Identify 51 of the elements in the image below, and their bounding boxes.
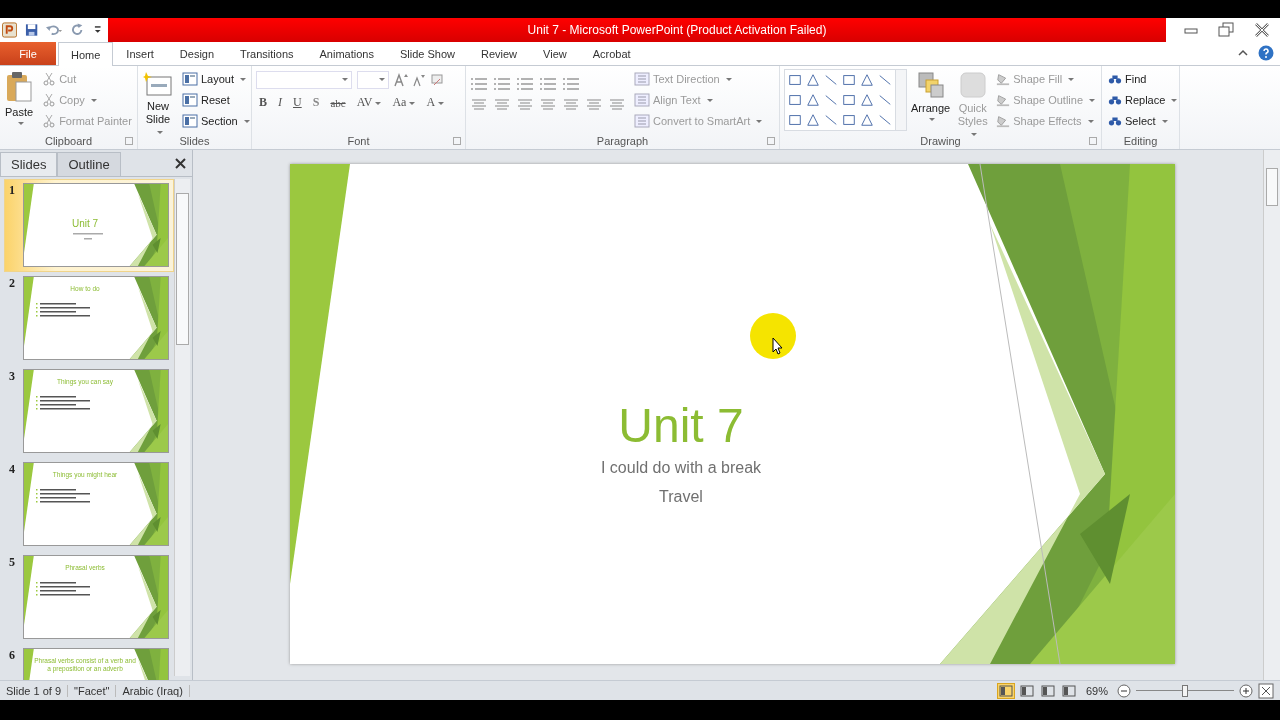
group-label: Clipboard: [44, 135, 93, 147]
arrange-button[interactable]: Arrange: [910, 69, 952, 123]
case-button[interactable]: Aa: [389, 95, 419, 110]
italic-button[interactable]: I: [275, 95, 285, 110]
strikethrough-button[interactable]: abc: [327, 96, 349, 109]
slide-subtitle: Travel: [659, 486, 703, 507]
ribbon-tab[interactable]: Insert: [113, 42, 167, 65]
ribbon-tab[interactable]: Animations: [306, 42, 387, 65]
window-title: Unit 7 - Microsoft PowerPoint (Product Activation Failed): [527, 23, 827, 37]
ribbon-tab[interactable]: Slide Show: [386, 42, 468, 65]
slide-subtitle: I could do with a break: [600, 457, 762, 478]
slide-counter: Slide 1 of 9: [0, 684, 69, 697]
layout-button[interactable]: Layout: [180, 69, 252, 89]
group-label: Slides: [179, 135, 210, 147]
find-button[interactable]: Find: [1106, 69, 1180, 89]
slide-title: Unit 7: [618, 400, 744, 453]
spacing-button[interactable]: AV: [353, 95, 385, 110]
slide-number: 6: [9, 648, 15, 664]
new-slide-button[interactable]: New Slide: [142, 69, 174, 140]
slide-number: 1: [9, 183, 15, 199]
thumbnail-title: Unit 7: [70, 218, 100, 230]
pane-tab[interactable]: Slides: [0, 152, 58, 176]
slide-number: 2: [9, 276, 15, 292]
file-tab[interactable]: File: [0, 42, 56, 65]
pane-tab[interactable]: Outline: [57, 152, 121, 176]
shadow-button[interactable]: S: [309, 95, 323, 110]
section-button[interactable]: Section: [180, 111, 252, 131]
group-label: Editing: [1123, 135, 1158, 147]
ribbon-tab[interactable]: Design: [166, 42, 228, 65]
font-color-button[interactable]: A: [423, 95, 448, 110]
ribbon-tab[interactable]: Review: [467, 42, 531, 65]
slide-number: 5: [9, 555, 15, 571]
slide-number: 3: [9, 369, 15, 385]
slide-number: 4: [9, 462, 15, 478]
group-label: Drawing: [920, 135, 961, 147]
ribbon-tab[interactable]: Transitions: [227, 42, 307, 65]
replace-button[interactable]: Replace: [1106, 90, 1180, 110]
reset-button[interactable]: Reset: [180, 90, 252, 110]
bold-button[interactable]: B: [256, 95, 270, 110]
ribbon-tab[interactable]: View: [530, 42, 580, 65]
zoom-level[interactable]: 69%: [1085, 684, 1108, 697]
group-label: Font: [347, 135, 370, 147]
group-label: Paragraph: [596, 135, 649, 147]
paste-button[interactable]: Paste: [4, 69, 35, 127]
ribbon-tab[interactable]: Acrobat: [579, 42, 644, 65]
theme-name[interactable]: "Facet": [68, 684, 117, 697]
underline-button[interactable]: U: [290, 95, 305, 110]
slide-thumbnail[interactable]: 1 Unit 7: [4, 179, 174, 272]
select-button[interactable]: Select: [1106, 111, 1180, 131]
language-label[interactable]: Arabic (Iraq): [116, 684, 190, 697]
ribbon-tab[interactable]: Home: [58, 42, 114, 66]
